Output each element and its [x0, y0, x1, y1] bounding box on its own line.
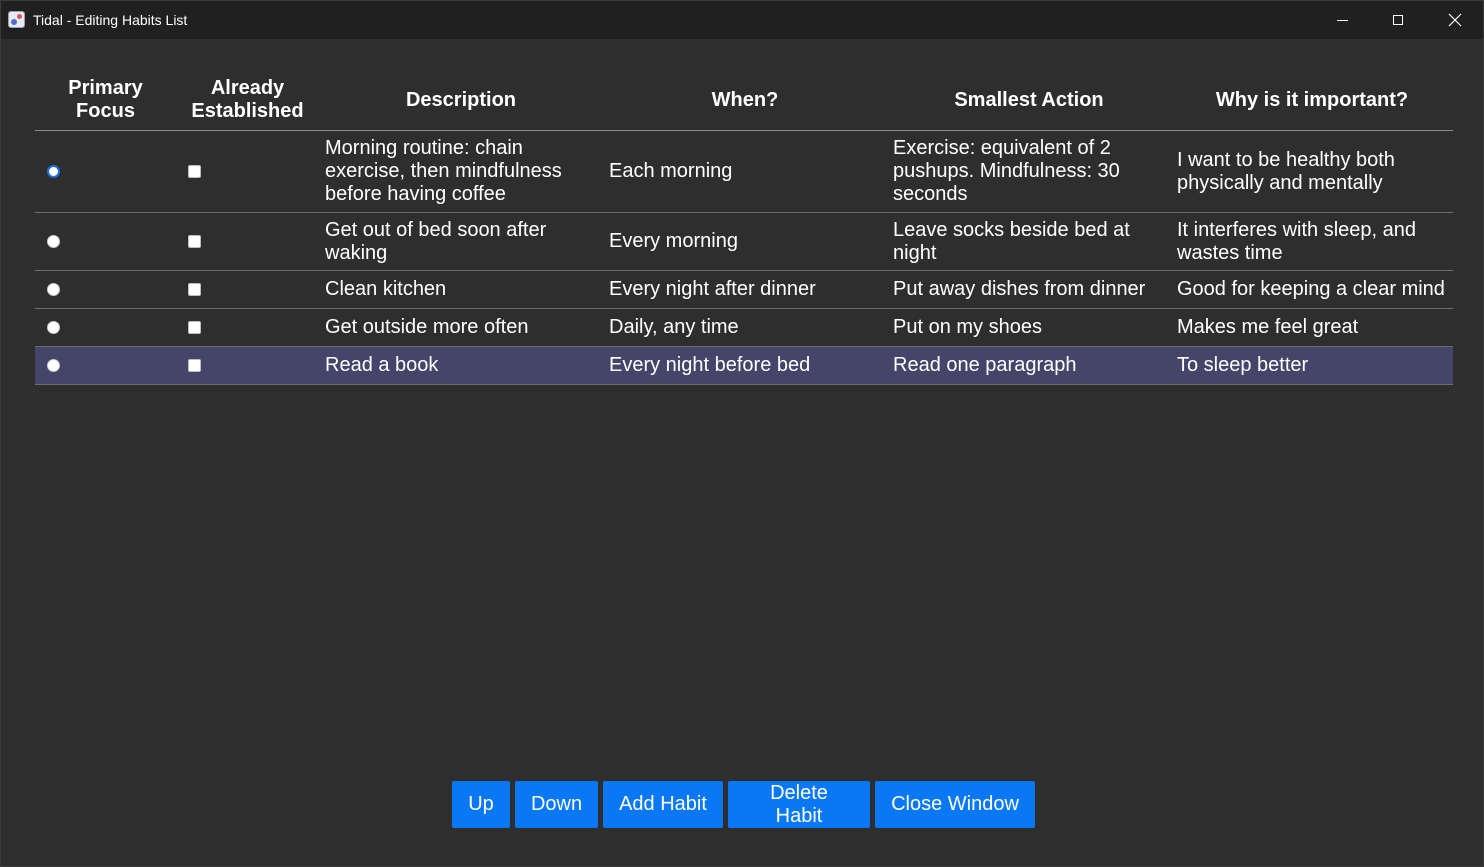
- description-cell[interactable]: Clean kitchen: [319, 270, 603, 309]
- close-icon: [1448, 13, 1462, 27]
- header-primary-focus: Primary Focus: [35, 69, 176, 131]
- why-cell[interactable]: I want to be healthy both physically and…: [1171, 130, 1453, 213]
- why-cell[interactable]: It interferes with sleep, and wastes tim…: [1171, 212, 1453, 271]
- description-cell[interactable]: Get out of bed soon after waking: [319, 212, 603, 271]
- primary-focus-radio[interactable]: [47, 359, 60, 373]
- why-cell[interactable]: To sleep better: [1171, 346, 1453, 385]
- smallest-action-cell[interactable]: Put away dishes from dinner: [887, 270, 1171, 309]
- close-window-button[interactable]: Close Window: [875, 781, 1035, 828]
- when-cell[interactable]: Every morning: [603, 212, 887, 271]
- up-button[interactable]: Up: [452, 781, 510, 828]
- primary-focus-cell: [35, 270, 176, 309]
- table-row[interactable]: Get outside more often Daily, any time P…: [35, 308, 1453, 347]
- primary-focus-cell: [35, 308, 176, 347]
- why-cell[interactable]: Good for keeping a clear mind: [1171, 270, 1453, 309]
- primary-focus-cell: [35, 212, 176, 271]
- header-description: Description: [319, 69, 603, 131]
- table-header-row: Primary Focus Already Established Descri…: [35, 69, 1453, 131]
- primary-focus-radio[interactable]: [47, 165, 60, 179]
- minimize-icon: [1336, 19, 1348, 21]
- smallest-action-cell[interactable]: Read one paragraph: [887, 346, 1171, 385]
- already-established-checkbox[interactable]: [188, 283, 201, 297]
- minimize-button[interactable]: [1314, 1, 1370, 39]
- already-established-cell: [176, 130, 319, 213]
- delete-habit-button[interactable]: Delete Habit: [728, 781, 870, 828]
- maximize-button[interactable]: [1370, 1, 1426, 39]
- app-icon: [8, 11, 25, 28]
- when-cell[interactable]: Each morning: [603, 130, 887, 213]
- description-cell[interactable]: Read a book: [319, 346, 603, 385]
- header-already-established: Already Established: [176, 69, 319, 131]
- table-row[interactable]: Morning routine: chain exercise, then mi…: [35, 130, 1453, 213]
- table-row[interactable]: Read a book Every night before bed Read …: [35, 346, 1453, 385]
- primary-focus-radio[interactable]: [47, 321, 60, 335]
- header-smallest-action: Smallest Action: [887, 69, 1171, 131]
- title-bar[interactable]: Tidal - Editing Habits List: [1, 1, 1483, 39]
- smallest-action-cell[interactable]: Leave socks beside bed at night: [887, 212, 1171, 271]
- primary-focus-radio[interactable]: [47, 235, 60, 249]
- when-cell[interactable]: Daily, any time: [603, 308, 887, 347]
- primary-focus-cell: [35, 130, 176, 213]
- action-button-bar: Up Down Add Habit Delete Habit Close Win…: [452, 781, 1035, 828]
- description-cell[interactable]: Morning routine: chain exercise, then mi…: [319, 130, 603, 213]
- table-row[interactable]: Get out of bed soon after waking Every m…: [35, 212, 1453, 271]
- already-established-checkbox[interactable]: [188, 321, 201, 335]
- already-established-cell: [176, 212, 319, 271]
- window-title: Tidal - Editing Habits List: [33, 12, 188, 28]
- already-established-cell: [176, 270, 319, 309]
- when-cell[interactable]: Every night before bed: [603, 346, 887, 385]
- description-cell[interactable]: Get outside more often: [319, 308, 603, 347]
- when-cell[interactable]: Every night after dinner: [603, 270, 887, 309]
- maximize-icon: [1393, 15, 1403, 25]
- app-window: Tidal - Editing Habits List Primary Focu…: [0, 0, 1484, 867]
- smallest-action-cell[interactable]: Put on my shoes: [887, 308, 1171, 347]
- already-established-checkbox[interactable]: [188, 235, 201, 249]
- already-established-cell: [176, 308, 319, 347]
- habits-table-container: Primary Focus Already Established Descri…: [35, 69, 1453, 385]
- primary-focus-cell: [35, 346, 176, 385]
- add-habit-button[interactable]: Add Habit: [603, 781, 723, 828]
- already-established-cell: [176, 346, 319, 385]
- why-cell[interactable]: Makes me feel great: [1171, 308, 1453, 347]
- habits-table: Primary Focus Already Established Descri…: [35, 69, 1453, 385]
- already-established-checkbox[interactable]: [188, 359, 201, 373]
- down-button[interactable]: Down: [515, 781, 598, 828]
- smallest-action-cell[interactable]: Exercise: equivalent of 2 pushups. Mindf…: [887, 130, 1171, 213]
- header-why: Why is it important?: [1171, 69, 1453, 131]
- already-established-checkbox[interactable]: [188, 165, 201, 179]
- table-row[interactable]: Clean kitchen Every night after dinner P…: [35, 270, 1453, 309]
- header-when: When?: [603, 69, 887, 131]
- close-button[interactable]: [1427, 1, 1483, 39]
- primary-focus-radio[interactable]: [47, 283, 60, 297]
